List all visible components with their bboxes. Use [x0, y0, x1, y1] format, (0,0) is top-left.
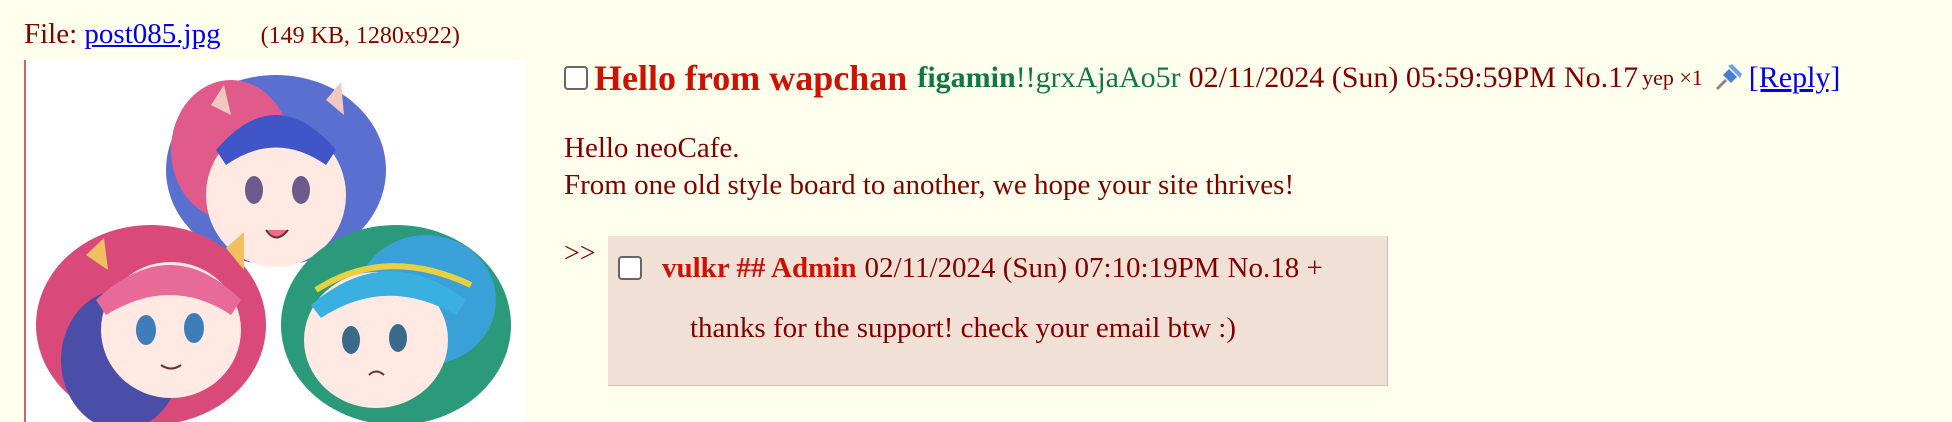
post-date: 02/11/2024 (Sun) 05:59:59PM — [1188, 61, 1556, 94]
file-link[interactable]: post085.jpg — [84, 18, 220, 50]
reply-post-header: vulkr ## Admin 02/11/2024 (Sun) 07:10:19… — [618, 244, 1323, 292]
anime-girls-illustration — [26, 60, 526, 422]
post-comment: Hello neoCafe. From one old style board … — [564, 130, 1294, 204]
pushpin-icon — [1715, 64, 1742, 91]
file-info: File: post085.jpg (149 KB, 1280x922) — [24, 14, 460, 56]
reply-date: 02/11/2024 (Sun) 07:10:19PM — [864, 251, 1220, 284]
reply-post-number[interactable]: No.18 + — [1228, 252, 1323, 285]
op-select-checkbox[interactable] — [564, 66, 588, 90]
post-image-thumbnail[interactable] — [26, 60, 526, 422]
reply-post: vulkr ## Admin 02/11/2024 (Sun) 07:10:19… — [608, 236, 1388, 386]
poster-tripcode: !!grxAjaAo5r — [1015, 61, 1181, 94]
reply-arrows: >> — [564, 238, 596, 269]
reply-poster-name: vulkr ## Admin — [662, 251, 857, 284]
file-label: File: — [24, 18, 85, 50]
reply-link[interactable]: [Reply] — [1749, 61, 1841, 95]
reply-message: thanks for the support! check your email… — [690, 312, 1237, 344]
post-number[interactable]: No.17 — [1564, 61, 1638, 95]
reply-select-checkbox[interactable] — [618, 256, 642, 280]
poster-name: figamin — [917, 61, 1016, 94]
comment-line: Hello neoCafe. — [564, 132, 740, 164]
comment-line: From one old style board to another, we … — [564, 169, 1295, 201]
op-post-header: Hello from wapchan figamin !!grxAjaAo5r … — [564, 54, 1840, 102]
post-subject: Hello from wapchan — [594, 58, 908, 98]
file-meta: (149 KB, 1280x922) — [260, 23, 460, 49]
reaction-badge[interactable]: yep ×1 — [1642, 65, 1703, 91]
